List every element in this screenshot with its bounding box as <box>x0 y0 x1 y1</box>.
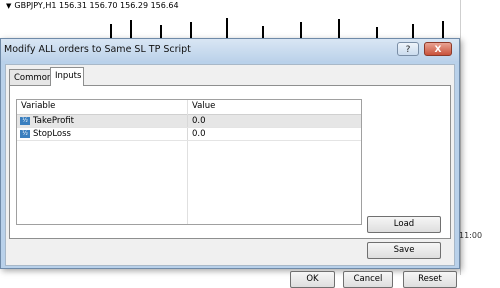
grid-header: Variable Value <box>17 100 361 115</box>
chart-symbol-line: GBPJPY,H1 156.31 156.70 156.29 156.64 <box>14 1 179 10</box>
chart-candle <box>412 24 414 38</box>
row-value[interactable]: 0.0 <box>192 115 206 127</box>
dialog-titlebar[interactable]: Modify ALL orders to Same SL TP Script ?… <box>1 39 459 61</box>
tab-inputs[interactable]: Inputs <box>50 67 84 86</box>
column-header-variable[interactable]: Variable <box>21 101 55 111</box>
chart-candle <box>190 22 192 38</box>
tab-common[interactable]: Common <box>9 69 52 85</box>
chart-candle <box>226 18 228 38</box>
chart-candle <box>442 21 444 38</box>
column-header-value[interactable]: Value <box>192 101 215 111</box>
chart-time-label: 11:00 <box>459 231 483 240</box>
row-value[interactable]: 0.0 <box>192 128 206 140</box>
table-row[interactable]: ½ StopLoss 0.0 <box>17 128 361 141</box>
dialog-client-area: Common Inputs Variable Value ½ TakeProfi… <box>5 64 457 288</box>
chart-candle <box>338 19 340 38</box>
chart-menu-icon[interactable]: ▼ <box>6 0 11 12</box>
chart-candle <box>376 27 378 38</box>
save-button[interactable]: Save <box>367 242 441 259</box>
row-variable: StopLoss <box>33 129 71 139</box>
chart-header: ▼ GBPJPY,H1 156.31 156.70 156.29 156.64 <box>0 0 500 12</box>
ok-button[interactable]: OK <box>290 271 335 288</box>
inputs-grid: Variable Value ½ TakeProfit 0.0 ½ StopLo… <box>16 99 362 225</box>
help-button[interactable]: ? <box>397 42 419 56</box>
row-divider <box>187 115 188 127</box>
chart-candle <box>130 20 132 38</box>
row-variable: TakeProfit <box>33 116 75 126</box>
chart-candle <box>160 25 162 38</box>
row-divider <box>187 128 188 140</box>
modify-orders-dialog: Modify ALL orders to Same SL TP Script ?… <box>0 38 460 288</box>
chart-candle <box>110 24 112 38</box>
reset-button[interactable]: Reset <box>403 271 457 288</box>
close-button[interactable]: X <box>424 42 452 56</box>
dialog-title: Modify ALL orders to Same SL TP Script <box>4 44 191 55</box>
chart-candle <box>262 26 264 38</box>
chart-candle <box>300 22 302 38</box>
table-row[interactable]: ½ TakeProfit 0.0 <box>17 115 361 128</box>
double-type-icon: ½ <box>20 130 30 138</box>
cancel-button[interactable]: Cancel <box>343 271 393 288</box>
double-type-icon: ½ <box>20 117 30 125</box>
load-button[interactable]: Load <box>367 216 441 233</box>
